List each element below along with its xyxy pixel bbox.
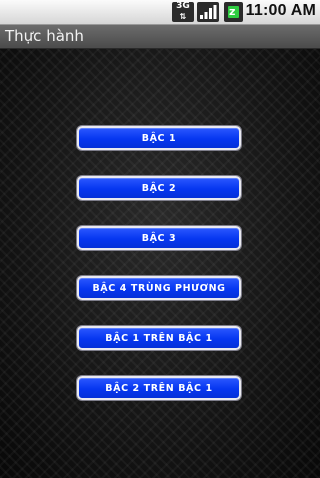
network-3g-icon: 3G ⇅: [172, 2, 194, 22]
level-4-biquadratic-button[interactable]: BẬC 4 TRÙNG PHƯƠNG: [77, 276, 241, 300]
signal-icon: [197, 2, 219, 22]
content-area: [0, 49, 320, 478]
level-1-button[interactable]: BẬC 1: [77, 126, 241, 150]
level-3-button[interactable]: BẬC 3: [77, 226, 241, 250]
status-clock: 11:00 AM: [245, 2, 316, 19]
network-label: 3G: [176, 1, 190, 11]
battery-charge-glyph: z: [229, 5, 236, 18]
battery-icon: z: [224, 2, 243, 22]
level-1-over-1-button[interactable]: BẬC 1 TRÊN BẬC 1: [77, 326, 241, 350]
network-arrows-icon: ⇅: [179, 12, 187, 21]
level-2-over-1-button[interactable]: BẬC 2 TRÊN BẬC 1: [77, 376, 241, 400]
level-2-button[interactable]: BẬC 2: [77, 176, 241, 200]
app-title: Thực hành: [5, 27, 84, 45]
status-bar: 3G ⇅ z 11:00 AM: [0, 0, 320, 25]
app-title-bar: Thực hành: [0, 25, 320, 49]
